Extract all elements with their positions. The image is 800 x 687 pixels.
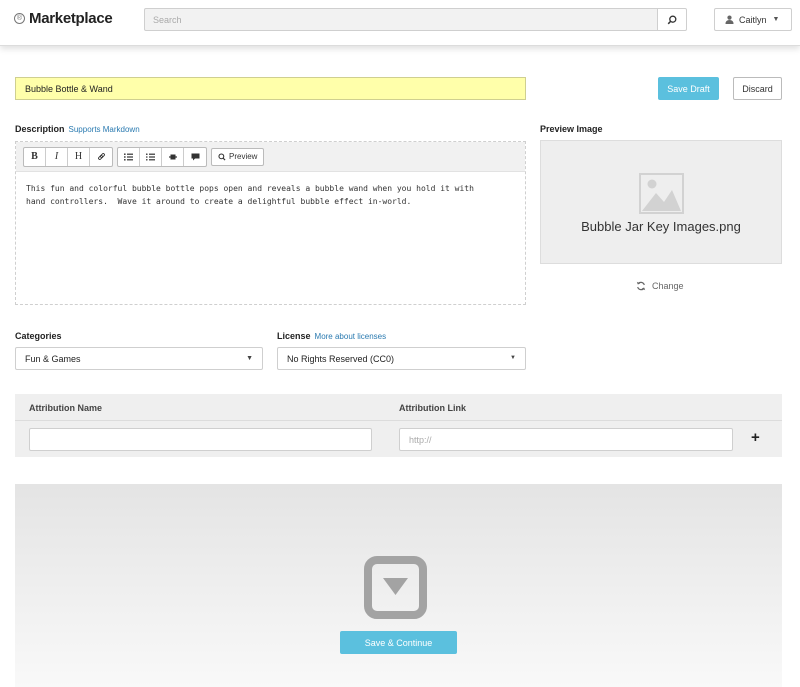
list-format-group <box>117 146 207 167</box>
discard-button[interactable]: Discard <box>733 77 782 100</box>
unordered-list-icon <box>146 152 155 161</box>
search-icon <box>667 15 677 24</box>
search-icon <box>218 152 226 160</box>
download-box-icon <box>364 556 427 619</box>
file-upload-area[interactable]: Save & Continue <box>15 484 782 687</box>
description-editor: B I H Preview This fun and colorful bubb… <box>15 141 526 305</box>
item-title-input[interactable] <box>15 77 526 100</box>
attribution-link-header: Attribution Link <box>399 403 466 413</box>
dropdown-arrow-icon: ▼ <box>510 355 516 361</box>
user-name: Caitlyn <box>739 14 767 25</box>
description-label: Description Supports Markdown <box>15 124 140 134</box>
ordered-list-icon <box>124 153 133 160</box>
attribution-section: Attribution Name Attribution Link + <box>15 394 782 457</box>
logo-text: Marketplace <box>29 10 113 27</box>
attribution-name-input[interactable] <box>29 428 372 451</box>
license-heading: License <box>277 331 311 341</box>
editor-toolbar: B I H Preview <box>16 142 525 172</box>
preview-file-name: Bubble Jar Key Images.png <box>581 219 741 234</box>
description-textarea[interactable]: This fun and colorful bubble bottle pops… <box>16 172 525 218</box>
bullet-list-button[interactable] <box>140 147 162 166</box>
caret-down-icon: ▼ <box>772 16 780 23</box>
comment-icon <box>191 153 199 160</box>
change-image-link[interactable]: Change <box>636 281 684 291</box>
text-format-group: B I H <box>23 146 113 167</box>
user-icon <box>725 15 734 24</box>
quote-button[interactable] <box>184 148 206 166</box>
image-placeholder-icon <box>639 173 684 214</box>
code-block-icon <box>168 154 177 159</box>
more-about-licenses-link[interactable]: More about licenses <box>315 332 387 341</box>
description-heading: Description <box>15 124 65 134</box>
save-draft-button[interactable]: Save Draft <box>658 77 719 100</box>
refresh-icon <box>636 281 646 291</box>
dropdown-arrow-icon: ▼ <box>246 355 253 362</box>
user-menu-button[interactable]: Caitlyn ▼ <box>714 8 792 31</box>
bold-button[interactable]: B <box>24 147 46 166</box>
top-header: ® Marketplace Caitlyn ▼ <box>0 0 800 46</box>
code-button[interactable] <box>162 147 184 166</box>
preview-image-dropzone[interactable]: Bubble Jar Key Images.png <box>540 140 782 264</box>
save-and-continue-button[interactable]: Save & Continue <box>340 631 457 654</box>
search-button[interactable] <box>658 8 687 31</box>
numbered-list-button[interactable] <box>118 147 140 166</box>
heading-button[interactable]: H <box>68 147 90 166</box>
license-select[interactable]: No Rights Reserved (CC0) ▼ <box>277 347 526 370</box>
search-input[interactable] <box>144 8 658 31</box>
attribution-link-input[interactable] <box>399 428 733 451</box>
link-icon <box>97 153 105 160</box>
attribution-name-header: Attribution Name <box>29 403 102 413</box>
license-selected-value: No Rights Reserved (CC0) <box>287 353 395 364</box>
registered-mark-icon: ® <box>14 13 25 24</box>
preview-image-label: Preview Image <box>540 124 603 134</box>
categories-select[interactable]: Fun & Games ▼ <box>15 347 263 370</box>
preview-button[interactable]: Preview <box>211 147 265 166</box>
supports-markdown-link[interactable]: Supports Markdown <box>69 125 140 134</box>
add-attribution-plus-icon[interactable]: + <box>751 429 760 446</box>
categories-selected-value: Fun & Games <box>25 353 81 364</box>
categories-label: Categories <box>15 331 62 341</box>
change-label: Change <box>652 281 684 291</box>
preview-label: Preview <box>229 152 258 161</box>
link-button[interactable] <box>90 148 112 166</box>
attribution-header-row: Attribution Name Attribution Link <box>15 394 782 421</box>
license-label: License More about licenses <box>277 331 386 341</box>
italic-button[interactable]: I <box>46 147 68 166</box>
marketplace-logo[interactable]: ® Marketplace <box>14 10 113 27</box>
